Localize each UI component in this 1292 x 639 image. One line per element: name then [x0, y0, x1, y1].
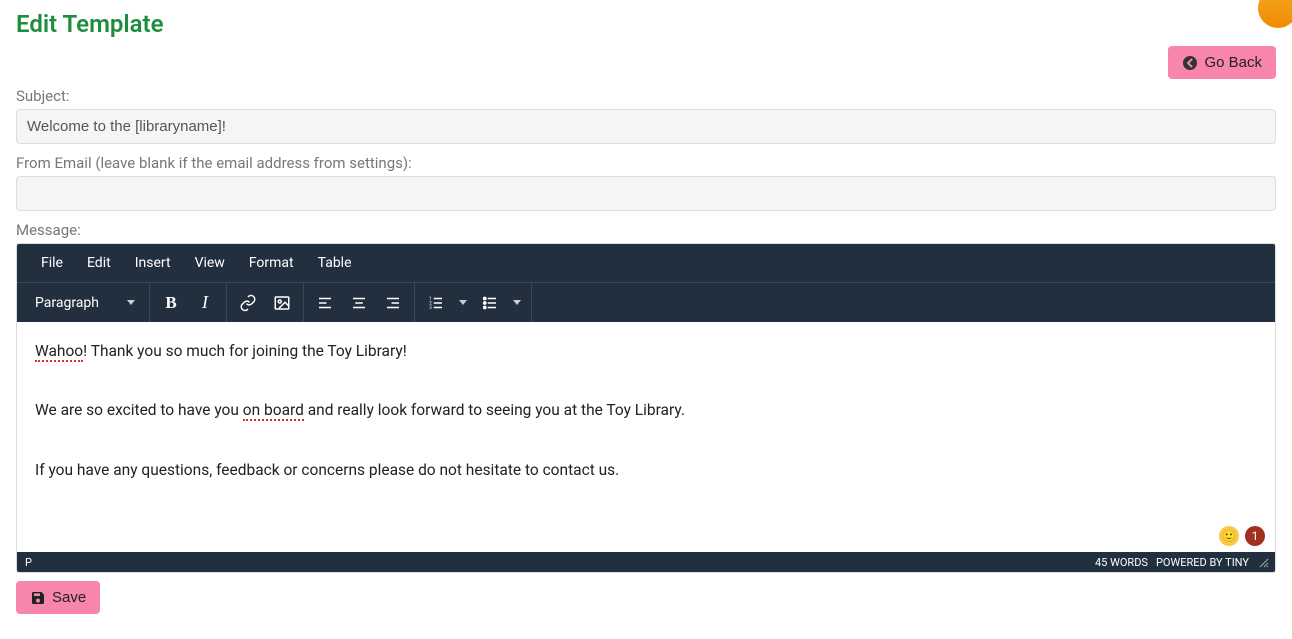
page-title: Edit Template: [16, 10, 1276, 38]
resize-icon: [1257, 556, 1269, 568]
link-icon: [239, 294, 257, 312]
body-text: on board: [243, 401, 304, 421]
align-right-button[interactable]: [376, 286, 410, 320]
body-text: and really look forward to seeing you at…: [304, 401, 685, 419]
image-icon: [273, 294, 291, 312]
powered-by: POWERED BY TINY: [1156, 556, 1249, 569]
go-back-label: Go Back: [1204, 54, 1262, 71]
arrow-left-circle-icon: [1182, 55, 1198, 71]
numbered-list-icon: 123: [427, 294, 445, 312]
save-button[interactable]: Save: [16, 581, 100, 614]
editor-statusbar: P 45 WORDS POWERED BY TINY: [17, 552, 1275, 572]
menu-file[interactable]: File: [29, 247, 75, 279]
word-count: 45 WORDS: [1095, 556, 1148, 569]
bullet-list-button[interactable]: [473, 286, 507, 320]
bold-icon: B: [165, 293, 176, 313]
menu-insert[interactable]: Insert: [123, 247, 183, 279]
from-email-input[interactable]: [16, 176, 1276, 211]
subject-label: Subject:: [16, 87, 1276, 105]
from-email-label: From Email (leave blank if the email add…: [16, 154, 1276, 172]
block-format-value: Paragraph: [35, 295, 99, 311]
body-text: ! Thank you so much for joining the Toy …: [83, 342, 407, 360]
subject-input[interactable]: [16, 109, 1276, 144]
align-left-button[interactable]: [308, 286, 342, 320]
menu-edit[interactable]: Edit: [75, 247, 123, 279]
editor-menubar: File Edit Insert View Format Table: [17, 244, 1275, 282]
align-left-icon: [316, 294, 334, 312]
editor-toolbar: Paragraph B I: [17, 282, 1275, 322]
chevron-down-icon: [459, 300, 467, 305]
italic-icon: I: [202, 292, 208, 313]
editor-content[interactable]: Wahoo! Thank you so much for joining the…: [17, 322, 1275, 552]
align-right-icon: [384, 294, 402, 312]
align-center-icon: [350, 294, 368, 312]
message-label: Message:: [16, 221, 1276, 239]
rich-text-editor: File Edit Insert View Format Table Parag…: [16, 243, 1276, 573]
body-text: Wahoo: [35, 342, 83, 362]
bold-button[interactable]: B: [154, 286, 188, 320]
svg-text:3: 3: [429, 305, 432, 311]
align-center-button[interactable]: [342, 286, 376, 320]
link-button[interactable]: [231, 286, 265, 320]
emoji-smile-icon[interactable]: 🙂: [1219, 526, 1239, 546]
body-text: If you have any questions, feedback or c…: [35, 459, 1257, 482]
chevron-down-icon: [513, 300, 521, 305]
notification-badge[interactable]: 1: [1245, 526, 1265, 546]
menu-table[interactable]: Table: [306, 247, 364, 279]
resize-handle[interactable]: [1257, 556, 1269, 568]
chevron-down-icon: [127, 300, 135, 305]
save-icon: [30, 590, 46, 606]
bullet-list-icon: [481, 294, 499, 312]
body-text: We are so excited to have you: [35, 401, 243, 419]
numbered-list-dropdown[interactable]: [453, 286, 473, 320]
numbered-list-button[interactable]: 123: [419, 286, 453, 320]
save-label: Save: [52, 589, 86, 606]
go-back-button[interactable]: Go Back: [1168, 46, 1276, 79]
menu-format[interactable]: Format: [237, 247, 306, 279]
block-format-select[interactable]: Paragraph: [21, 286, 145, 320]
italic-button[interactable]: I: [188, 286, 222, 320]
element-path[interactable]: P: [25, 556, 32, 569]
image-button[interactable]: [265, 286, 299, 320]
menu-view[interactable]: View: [183, 247, 237, 279]
bullet-list-dropdown[interactable]: [507, 286, 527, 320]
